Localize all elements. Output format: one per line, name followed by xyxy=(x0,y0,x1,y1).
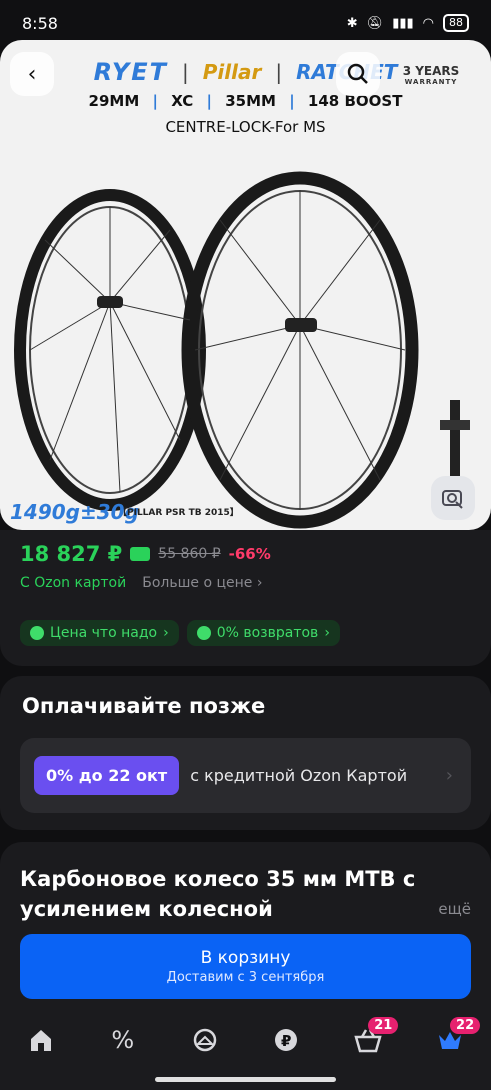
tab-home[interactable] xyxy=(11,1015,71,1065)
chevron-left-icon: ‹ xyxy=(27,61,37,87)
chevron-right-icon: › xyxy=(445,765,453,786)
bluetooth-icon: ✱ xyxy=(346,15,358,31)
spec-size: 29MM xyxy=(88,92,140,110)
return-icon xyxy=(196,626,211,640)
tab-cart[interactable]: 21 xyxy=(338,1015,399,1065)
home-icon xyxy=(30,1030,51,1051)
svg-text:₽: ₽ xyxy=(281,1032,291,1050)
spec-type: XC xyxy=(171,92,194,110)
product-image[interactable]: RYET | Pillar | RATCHET 29MM | XC | 35MM… xyxy=(0,40,491,530)
warranty-years: 3 YEARS xyxy=(402,64,460,78)
back-button[interactable]: ‹ xyxy=(10,52,54,96)
discount-badge: -66% xyxy=(228,545,271,563)
search-button[interactable] xyxy=(336,52,380,96)
brand-pillar: Pillar xyxy=(202,60,262,84)
brand-ryet: RYET xyxy=(93,58,168,86)
ruble-icon: ₽ xyxy=(275,1029,298,1051)
price-section: 18 827 ₽ 55 860 ₽ -66% С Ozon картой Бол… xyxy=(0,530,491,666)
camera-search-icon xyxy=(442,490,463,509)
pay-later-title: Оплачивайте позже xyxy=(22,694,266,718)
warranty-badge: 3 YEARS WARRANTY xyxy=(391,50,471,100)
add-to-cart-button[interactable]: В корзину Доставим с 3 сентября xyxy=(20,934,471,999)
installment-text: с кредитной Ozon Картой xyxy=(190,766,408,785)
old-price: 55 860 ₽ xyxy=(158,546,221,562)
pay-later-offer[interactable]: 0% до 22 окт с кредитной Ozon Картой › xyxy=(20,738,471,813)
tab-fresh[interactable] xyxy=(175,1015,235,1065)
delivery-date: Доставим с 3 сентября xyxy=(166,970,325,985)
bottom-tab-bar: % ₽ 21 22 xyxy=(0,1010,491,1070)
product-title: Карбоновое колесо 35 мм MTB с усилением … xyxy=(20,867,416,921)
wifi-icon: ◠ xyxy=(422,15,434,31)
card-icon xyxy=(130,547,151,561)
cart-button-label: В корзину xyxy=(200,948,291,968)
warranty-label: WARRANTY xyxy=(404,78,458,86)
search-icon xyxy=(347,63,368,84)
image-search-button[interactable] xyxy=(431,476,475,520)
chip-good-price[interactable]: Цена что надо › xyxy=(20,620,179,646)
tab-profile[interactable]: 22 xyxy=(420,1015,481,1065)
battery-icon: 88 xyxy=(443,14,469,32)
hanger-icon xyxy=(193,1028,216,1052)
home-indicator[interactable] xyxy=(155,1077,336,1082)
wheels-illustration xyxy=(14,171,470,529)
weight-model: 【PILLAR PSR TB 2015】 xyxy=(118,508,239,518)
status-time: 8:58 xyxy=(22,13,58,33)
ozon-card-label: С Ozon картой xyxy=(20,575,127,591)
status-icons: ✱ 🔕︎ ▮▮▮ ◠ 88 xyxy=(347,14,469,32)
pay-later-section: Оплачивайте позже 0% до 22 окт с кредитн… xyxy=(0,676,491,830)
signal-icon: ▮▮▮ xyxy=(392,15,414,31)
tab-deals[interactable]: % xyxy=(93,1015,153,1065)
thumbs-up-icon xyxy=(30,626,44,640)
price-chips: Цена что надо › 0% возвратов › xyxy=(20,620,340,646)
chip-returns[interactable]: 0% возвратов › xyxy=(186,620,340,646)
mute-icon: 🔕︎ xyxy=(366,15,384,31)
title-more-link[interactable]: ещё xyxy=(438,900,471,918)
spec-subtitle: CENTRE-LOCK-For MS xyxy=(165,118,326,136)
more-price-link[interactable]: Больше о цене › xyxy=(142,575,262,591)
spec-width: 35MM xyxy=(225,92,276,110)
current-price: 18 827 ₽ xyxy=(20,542,123,566)
percent-icon: % xyxy=(111,1026,135,1054)
tab-finance[interactable]: ₽ xyxy=(256,1015,316,1065)
installment-badge: 0% до 22 окт xyxy=(34,756,180,795)
cart-count-badge: 21 xyxy=(368,1017,399,1034)
price-row: 18 827 ₽ 55 860 ₽ -66% xyxy=(20,542,271,566)
profile-count-badge: 22 xyxy=(450,1017,481,1034)
price-info-row: С Ozon картой Больше о цене › xyxy=(20,575,262,591)
